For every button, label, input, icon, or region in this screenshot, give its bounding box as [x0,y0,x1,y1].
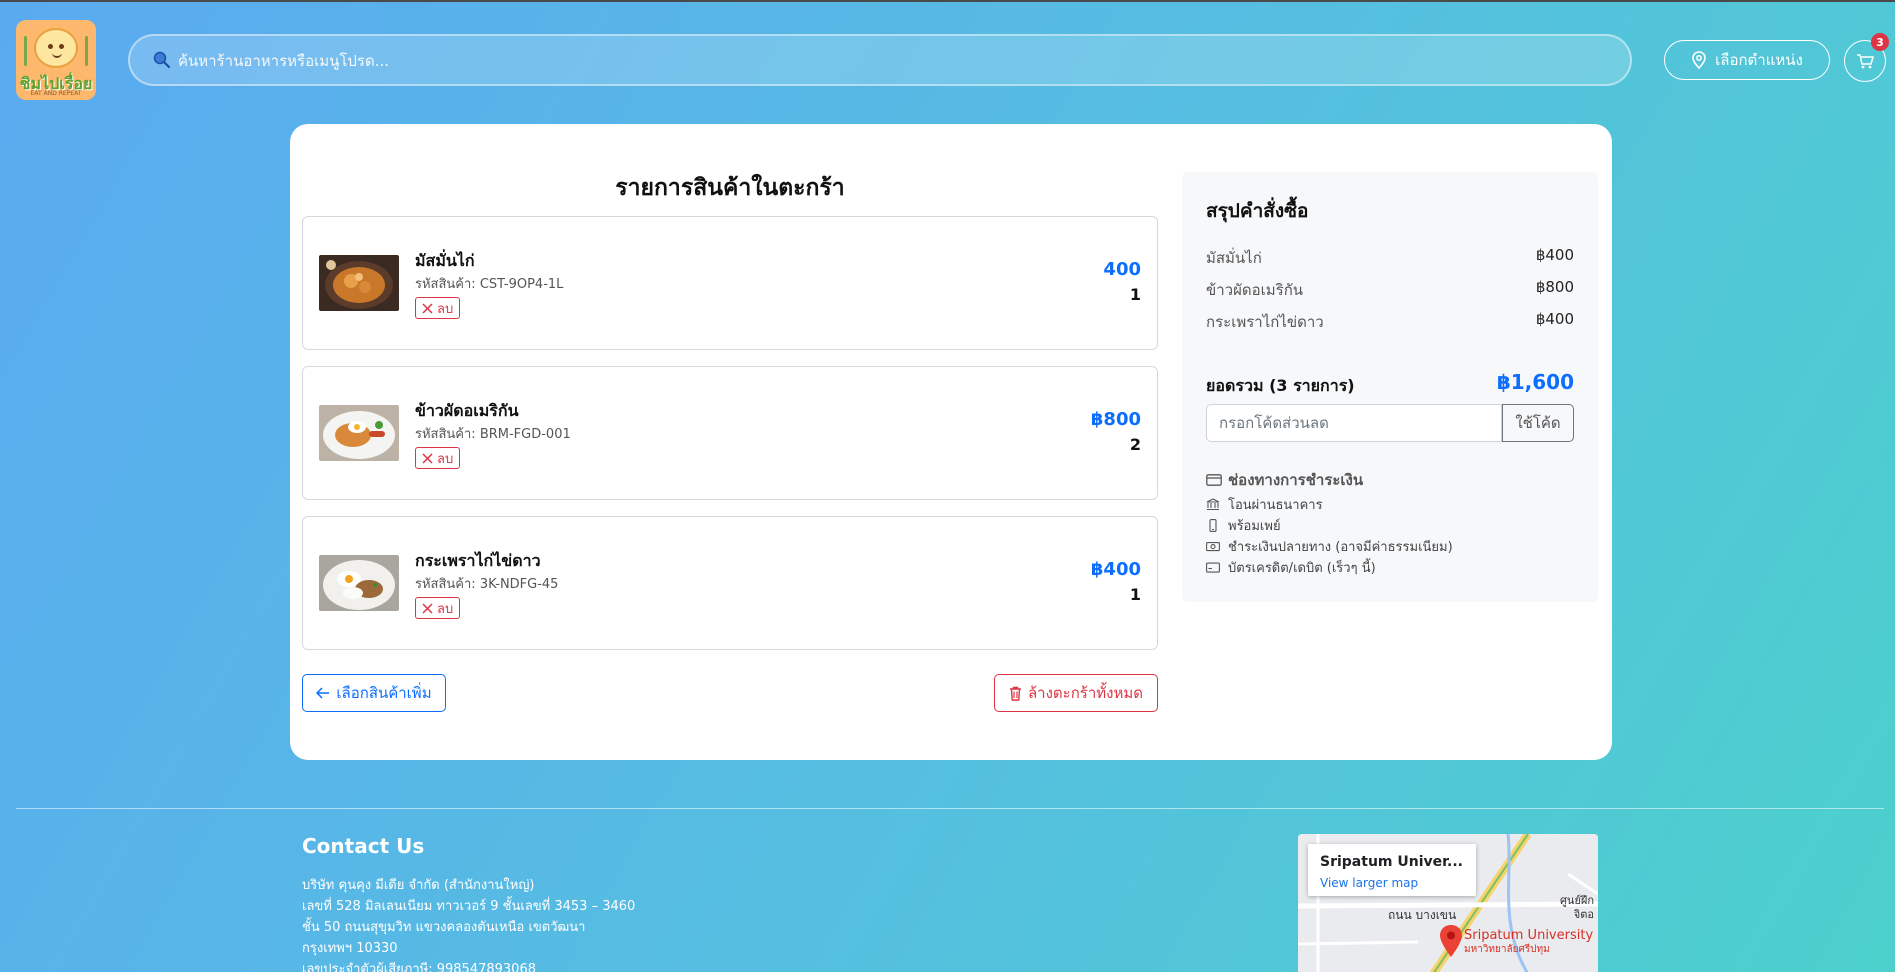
map-corner-label-1: ศูนย์ฝึก [1559,894,1594,907]
cart-button[interactable]: 3 [1844,33,1889,82]
delete-label: ลบ [437,451,454,467]
map-pin-sublabel: มหาวิทยาลัยศรีปทุม [1464,944,1550,955]
cart-count-badge: 3 [1871,33,1889,51]
payment-method-item: โอนผ่านธนาคาร [1206,494,1323,515]
summary-row-label: ข้าวผัดอเมริกัน [1206,281,1304,299]
footer-divider [16,808,1884,809]
item-quantity: 1 [1129,285,1141,304]
close-icon [422,302,433,314]
clear-cart-button[interactable]: ล้างตะกร้าทั้งหมด [994,674,1158,712]
summary-row: ข้าวผัดอเมริกัน ฿800 [1206,278,1574,302]
smiley-face-icon [34,28,78,68]
product-image-american-fried-rice [319,405,399,461]
cart-item: ข้าวผัดอเมริกัน รหัสสินค้า: BRM-FGD-001 … [302,366,1158,500]
card-icon [1206,562,1220,573]
payment-method-label: ชำระเงินปลายทาง (อาจมีค่าธรรมเนียม) [1228,540,1453,555]
payment-method-label: โอนผ่านธนาคาร [1228,498,1323,513]
contact-title: Contact Us [302,834,425,858]
payment-method-label: บัตรเครดิต/เดบิต (เร็วๆ นี้) [1228,561,1376,576]
item-price: ฿400 [1090,559,1141,580]
logo-subtext: EAT AND REPEAT [30,90,82,97]
map-pin-icon [1692,51,1706,69]
item-quantity: 1 [1129,585,1141,604]
arrow-left-icon [316,687,330,699]
contact-address-1: เลขที่ 528 มิลเลนเนียม ทาวเวอร์ 9 ชั้นเล… [302,899,636,914]
payment-methods-title: ช่องทางการชำระเงิน [1206,468,1363,492]
bank-icon [1206,498,1220,511]
top-header: ชิมไปเรื่อย EAT AND REPEAT เลือกตำแหน่ง … [0,2,1895,114]
payment-method-item: พร้อมเพย์ [1206,515,1281,536]
map-corner-label: ศูนย์ฝึก จิตอ [1560,894,1594,922]
search-input[interactable] [178,48,1578,74]
summary-row-value: ฿400 [1535,246,1574,264]
clear-cart-label: ล้างตะกร้าทั้งหมด [1027,684,1144,702]
cart-card: รายการสินค้าในตะกร้า มัสมั่นไก่ รหัสสินค… [290,124,1612,760]
product-image-massaman [319,255,399,311]
select-location-button[interactable]: เลือกตำแหน่ง [1664,40,1830,80]
contact-address-2: ชั้น 50 ถนนสุขุมวิท แขวงคลองตันเหนือ เขต… [302,920,586,935]
item-name: กระเพราไก่ไข่ดาว [415,551,541,570]
trash-icon [1009,686,1021,701]
item-sku: รหัสสินค้า: BRM-FGD-001 [415,427,571,442]
summary-row-value: ฿800 [1535,278,1574,296]
contact-tax-id: เลขประจำตัวผู้เสียภาษี: 998547893068 [302,962,536,972]
map-pin-label: Sripatum University [1464,928,1594,943]
product-image-kaprao [319,555,399,611]
map-marker-icon [1440,925,1462,957]
map-place-title: Sripatum Univer... [1320,854,1463,870]
item-price: ฿800 [1090,409,1141,430]
cash-icon [1206,542,1220,552]
spoon-icon [85,36,88,66]
continue-shopping-button[interactable]: เลือกสินค้าเพิ่ม [302,674,446,712]
item-sku: รหัสสินค้า: CST-9OP4-1L [415,277,564,292]
map-corner-label-2: จิตอ [1573,908,1594,921]
payment-method-item: บัตรเครดิต/เดบิต (เร็วๆ นี้) [1206,557,1376,578]
embedded-map[interactable]: Sripatum Univer... View larger map ถนน บ… [1298,834,1598,972]
delete-label: ลบ [437,301,454,317]
contact-address-3: กรุงเทพฯ 10330 [302,941,398,956]
fork-icon [24,36,27,66]
apply-coupon-button[interactable]: ใช้โค้ด [1502,404,1574,442]
payment-methods-label: ช่องทางการชำระเงิน [1228,471,1364,489]
cart-item: กระเพราไก่ไข่ดาว รหัสสินค้า: 3K-NDFG-45 … [302,516,1158,650]
delete-item-button[interactable]: ลบ [415,447,461,469]
map-info-popup: Sripatum Univer... View larger map [1308,844,1476,896]
coupon-input[interactable] [1206,404,1502,442]
summary-row-label: มัสมั่นไก่ [1206,249,1262,267]
payment-method-item: ชำระเงินปลายทาง (อาจมีค่าธรรมเนียม) [1206,536,1453,557]
cart-title: รายการสินค้าในตะกร้า [615,175,845,201]
select-location-label: เลือกตำแหน่ง [1715,51,1803,69]
item-name: ข้าวผัดอเมริกัน [415,401,519,420]
order-summary-panel: สรุปคำสั่งซื้อ มัสมั่นไก่ ฿400 ข้าวผัดอเ… [1182,172,1598,602]
map-road-label: ถนน บางเขน [1388,908,1457,922]
order-summary-title: สรุปคำสั่งซื้อ [1206,200,1309,222]
continue-shopping-label: เลือกสินค้าเพิ่ม [336,684,432,702]
view-larger-map-link[interactable]: View larger map [1320,876,1418,890]
search-bar[interactable] [128,34,1632,86]
credit-card-icon [1206,474,1222,486]
close-icon [422,602,433,614]
item-quantity: 2 [1129,435,1141,454]
phone-icon [1209,519,1217,532]
cart-icon [1857,54,1874,69]
summary-row-label: กระเพราไก่ไข่ดาว [1206,313,1324,331]
brand-logo[interactable]: ชิมไปเรื่อย EAT AND REPEAT [16,20,96,100]
coupon-group: ใช้โค้ด [1206,404,1574,442]
search-icon [153,51,171,69]
item-name: มัสมั่นไก่ [415,251,475,270]
total-value: ฿1,600 [1496,370,1574,394]
close-icon [422,452,433,464]
delete-label: ลบ [437,601,454,617]
summary-row: กระเพราไก่ไข่ดาว ฿400 [1206,310,1574,334]
item-price: 400 [1103,259,1141,280]
delete-item-button[interactable]: ลบ [415,297,461,319]
payment-method-label: พร้อมเพย์ [1228,519,1281,534]
summary-row-value: ฿400 [1535,310,1574,328]
delete-item-button[interactable]: ลบ [415,597,461,619]
summary-row: มัสมั่นไก่ ฿400 [1206,246,1574,270]
item-sku: รหัสสินค้า: 3K-NDFG-45 [415,577,559,592]
cart-item: มัสมั่นไก่ รหัสสินค้า: CST-9OP4-1L ลบ 40… [302,216,1158,350]
contact-company: บริษัท คุนคุง มีเดีย จำกัด (สำนักงานใหญ่… [302,878,535,893]
total-label: ยอดรวม (3 รายการ) [1206,376,1355,395]
